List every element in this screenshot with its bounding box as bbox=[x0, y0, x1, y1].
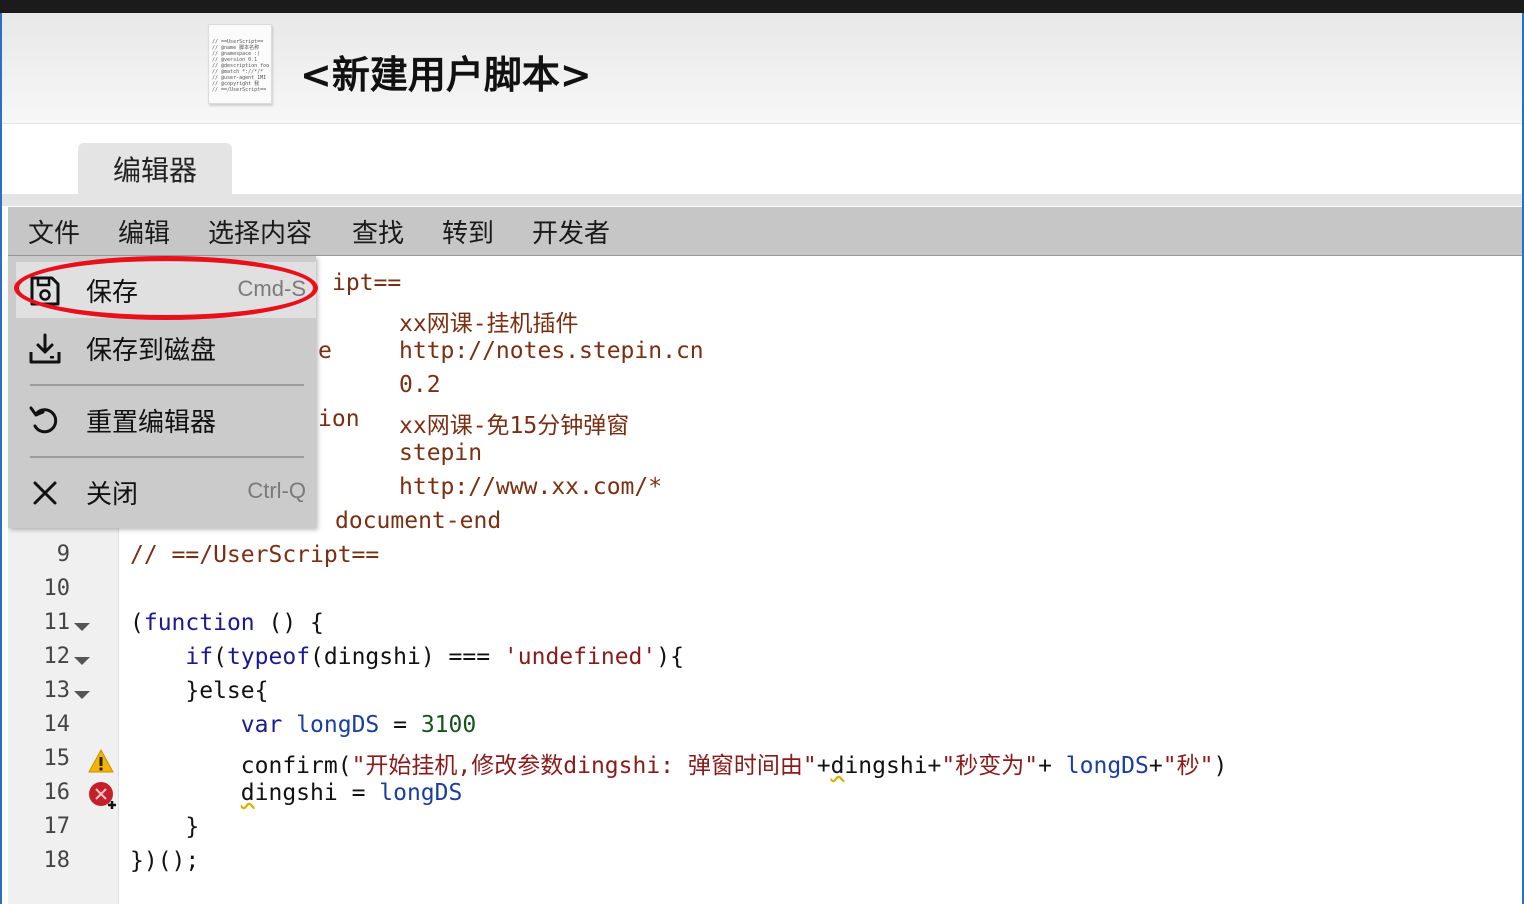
code-token: } bbox=[185, 814, 200, 840]
code-line-18: })(); bbox=[130, 848, 200, 874]
menu-item-save-to-disk[interactable]: 保存到磁盘 bbox=[16, 320, 316, 376]
window-top-bar bbox=[0, 0, 1524, 13]
line-number: 11 bbox=[43, 610, 71, 635]
menu-find[interactable]: 查找 bbox=[352, 213, 404, 250]
menu-separator bbox=[30, 384, 304, 386]
code-token: http://notes.stepin.cn bbox=[399, 338, 704, 364]
menu-goto[interactable]: 转到 bbox=[442, 213, 494, 250]
code-token: longDS bbox=[379, 780, 463, 806]
code-token: ) bbox=[1213, 753, 1228, 779]
code-token: ){ bbox=[656, 644, 684, 670]
code-token: + bbox=[1148, 753, 1163, 779]
code-token: "开始挂机,修改参数dingshi: 弹窗时间由" bbox=[351, 753, 817, 779]
tab-strip-base bbox=[2, 194, 1522, 206]
code-token: if bbox=[185, 644, 214, 670]
highlight-annotation-ring bbox=[14, 256, 318, 320]
code-token: function bbox=[143, 610, 255, 636]
menu-item-reset-editor[interactable]: 重置编辑器 bbox=[16, 392, 316, 448]
code-line-16: dingshi = longDS bbox=[130, 780, 463, 806]
line-number: 17 bbox=[43, 814, 71, 839]
tab-editor[interactable]: 编辑器 bbox=[78, 143, 232, 194]
code-line-9: // ==/UserScript== bbox=[130, 542, 380, 568]
menu-item-label: 保存到磁盘 bbox=[86, 336, 217, 366]
code-token: var bbox=[240, 712, 283, 738]
code-token: + bbox=[1038, 753, 1066, 779]
line-number: 14 bbox=[43, 712, 71, 737]
code-token: stepin bbox=[399, 440, 483, 466]
code-token: longDS bbox=[1065, 753, 1149, 779]
fold-toggle-icon[interactable] bbox=[74, 657, 90, 665]
code-token: = bbox=[379, 712, 421, 738]
code-token: document-end bbox=[335, 508, 502, 534]
editor-menubar: 文件 编辑 选择内容 查找 转到 开发者 bbox=[8, 207, 1522, 256]
code-token: ingshi = bbox=[254, 780, 380, 806]
code-token: d bbox=[830, 753, 845, 779]
code-token: ipt== bbox=[332, 270, 402, 296]
code-token: 0.2 bbox=[399, 372, 441, 398]
code-token: xx网课-挂机插件 bbox=[399, 311, 579, 337]
close-icon bbox=[33, 481, 57, 505]
line-number: 12 bbox=[43, 644, 71, 669]
menu-developer[interactable]: 开发者 bbox=[532, 213, 610, 250]
code-token: }else{ bbox=[185, 678, 269, 704]
code-token: "秒变为" bbox=[941, 753, 1039, 779]
code-token: confirm( bbox=[240, 753, 352, 779]
code-line-13: }else{ bbox=[130, 678, 268, 704]
code-line-17: } bbox=[130, 814, 199, 840]
warning-icon[interactable] bbox=[88, 748, 114, 774]
script-thumbnail-icon: // ==UserScript== // @name 脚本名称 // @name… bbox=[208, 24, 272, 104]
code-token: longDS bbox=[296, 712, 380, 738]
menu-select[interactable]: 选择内容 bbox=[208, 213, 312, 250]
menu-separator bbox=[30, 456, 304, 458]
code-line-14: var longDS = 3100 bbox=[130, 712, 476, 738]
line-number: 16 bbox=[43, 780, 71, 805]
reset-icon bbox=[29, 406, 58, 434]
code-token: ingshi+ bbox=[844, 753, 942, 779]
menu-edit[interactable]: 编辑 bbox=[118, 213, 170, 250]
code-token: (dingshi) === bbox=[310, 644, 504, 670]
line-number: 13 bbox=[43, 678, 71, 703]
line-number: 10 bbox=[43, 576, 71, 601]
code-token: 3100 bbox=[420, 712, 477, 738]
menu-file[interactable]: 文件 bbox=[28, 213, 80, 250]
code-token: "秒" bbox=[1162, 753, 1214, 779]
code-token: d bbox=[240, 780, 255, 806]
code-token: 'undefined' bbox=[503, 644, 657, 670]
menu-item-shortcut: Ctrl-Q bbox=[247, 478, 306, 503]
line-number: 9 bbox=[56, 542, 70, 567]
menu-item-label: 关闭 bbox=[86, 480, 139, 510]
menu-item-close[interactable]: 关闭 Ctrl-Q bbox=[16, 464, 316, 520]
code-token: http://www.xx.com/* bbox=[399, 474, 663, 500]
code-line-12: if(typeof(dingshi) === 'undefined'){ bbox=[185, 644, 684, 670]
code-line-11: (function () { bbox=[130, 610, 324, 636]
code-token: () { bbox=[254, 610, 324, 636]
thumbnail-line: // ==/UserScript== bbox=[212, 87, 267, 93]
code-token: e bbox=[318, 338, 332, 364]
code-token: ion bbox=[318, 406, 360, 432]
code-token: xx网课-免15分钟弹窗 bbox=[399, 413, 630, 439]
menu-item-label: 重置编辑器 bbox=[86, 408, 217, 438]
error-icon[interactable] bbox=[88, 781, 118, 811]
fold-toggle-icon[interactable] bbox=[74, 623, 90, 631]
line-number: 18 bbox=[43, 848, 71, 873]
download-icon bbox=[29, 333, 61, 364]
line-number: 15 bbox=[43, 746, 71, 771]
script-title: <新建用户脚本> bbox=[300, 53, 592, 97]
code-line-15: confirm("开始挂机,修改参数dingshi: 弹窗时间由"+dingsh… bbox=[130, 746, 1228, 780]
code-token: typeof bbox=[226, 644, 311, 670]
code-token: + bbox=[816, 753, 831, 779]
fold-toggle-icon[interactable] bbox=[74, 691, 90, 699]
